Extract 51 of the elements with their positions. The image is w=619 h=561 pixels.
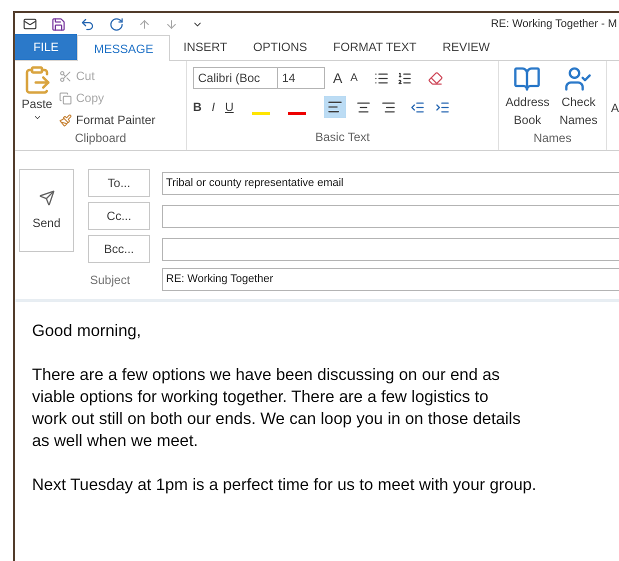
group-label: Clipboard bbox=[74, 130, 128, 147]
body-paragraph: Next Tuesday at 1pm is a perfect time for us to meet with your group. bbox=[32, 475, 538, 496]
group-label: Names bbox=[532, 130, 572, 147]
recipient-button[interactable]: Cc... bbox=[88, 202, 150, 230]
ribbon-tab[interactable]: MESSAGE bbox=[77, 35, 170, 61]
ribbon-tab[interactable]: FORMAT TEXT bbox=[320, 34, 430, 60]
ribbon-label: A bbox=[610, 100, 619, 117]
address-book-button[interactable]: Address Book bbox=[503, 65, 552, 129]
body-paragraph: There are a few options we have been discussing on our end as viable options for working together. There are a few logistics to work out still on both our ends. We can loop you in on those details as well when we meet. bbox=[32, 365, 522, 452]
bullets-icon[interactable] bbox=[374, 70, 389, 86]
recipient-button[interactable]: Bcc... bbox=[88, 235, 150, 263]
ribbon-tab[interactable]: OPTIONS bbox=[240, 34, 320, 60]
envelope-icon[interactable] bbox=[23, 17, 37, 31]
address-field[interactable] bbox=[162, 204, 619, 228]
eraser-icon[interactable] bbox=[428, 70, 443, 86]
paste-button[interactable]: Paste bbox=[15, 65, 59, 129]
recipient-button[interactable]: To... bbox=[88, 169, 150, 197]
body-paragraph: Good morning, bbox=[32, 321, 142, 342]
increase-indent-icon[interactable] bbox=[434, 100, 450, 114]
address-field[interactable]: RE: Working Together bbox=[162, 268, 619, 291]
send-icon bbox=[38, 190, 54, 206]
ribbon-tab[interactable]: INSERT bbox=[170, 34, 240, 60]
align-right-icon[interactable] bbox=[380, 100, 396, 114]
address-field[interactable] bbox=[162, 238, 619, 260]
address-field[interactable]: Tribal or county representative email bbox=[162, 172, 619, 194]
format-painter-button[interactable]: Format Painter bbox=[59, 111, 156, 129]
align-center-icon[interactable] bbox=[356, 100, 371, 114]
check-names-button[interactable]: Check Names bbox=[555, 65, 602, 129]
ribbon-tab[interactable]: REVIEW bbox=[430, 34, 503, 60]
numbering-icon[interactable] bbox=[396, 70, 412, 86]
grow-font-icon[interactable]: A bbox=[333, 68, 342, 88]
underline-button[interactable]: U bbox=[225, 98, 234, 116]
shrink-font-icon[interactable]: A bbox=[350, 70, 358, 86]
scissors-icon bbox=[59, 70, 72, 82]
save-icon[interactable] bbox=[51, 16, 66, 32]
bold-button[interactable]: B bbox=[193, 98, 202, 116]
align-left-icon[interactable] bbox=[324, 96, 346, 118]
subject-label: Subject bbox=[89, 272, 132, 288]
undo-icon[interactable] bbox=[80, 16, 95, 32]
people-check-icon bbox=[564, 65, 592, 93]
paintbrush-icon bbox=[59, 114, 72, 126]
redo-icon[interactable] bbox=[109, 16, 124, 32]
caret-icon bbox=[32, 113, 42, 122]
decrease-indent-icon[interactable] bbox=[410, 100, 425, 114]
copy-icon bbox=[59, 92, 72, 104]
group-label: Basic Text bbox=[314, 129, 371, 146]
italic-button[interactable]: I bbox=[212, 98, 216, 116]
file-tab[interactable]: FILE bbox=[15, 34, 77, 60]
send-button[interactable]: Send bbox=[19, 169, 74, 252]
book-icon bbox=[513, 65, 542, 93]
window-title: RE: Working Together - M bbox=[490, 16, 618, 32]
